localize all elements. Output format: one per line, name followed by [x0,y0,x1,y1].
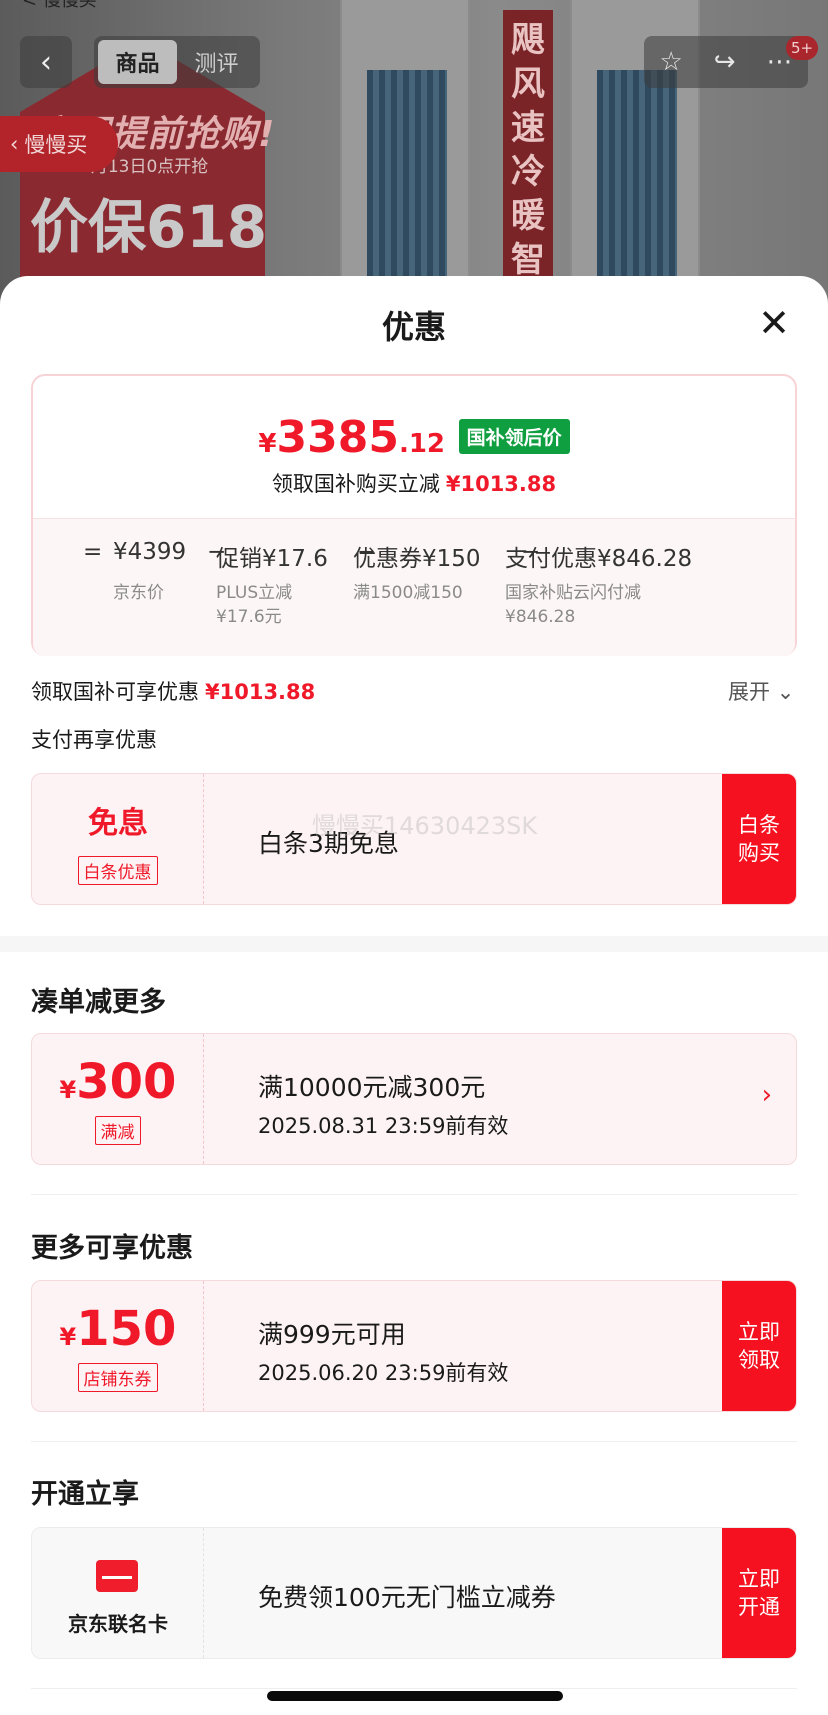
note-pay-2: ¥846.28 [505,607,576,627]
formula-equals: = [83,539,103,565]
currency-symbol: ¥ [59,1076,77,1104]
store-coupon: ¥150 店铺东券 满999元可用 2025.06.20 23:59前有效 立即… [31,1280,797,1412]
divider [31,1688,797,1689]
note-jd-price: 京东价 [113,583,164,603]
coupon-condition: 满999元可用 [258,1320,406,1349]
interest-free-label: 免息 [88,806,148,841]
message-badge: 5+ [786,36,819,60]
close-icon[interactable]: ✕ [752,302,796,346]
expand-button[interactable]: 展开 ⌄ [728,676,794,706]
coupon-left: ¥300 满减 [32,1034,204,1164]
baitiao-buy-button[interactable]: 白条 购买 [722,774,796,904]
coupon-tag: 白条优惠 [77,856,158,885]
co-brand-card-coupon: 京东联名卡 免费领100元无门槛立减券 立即 开通 [31,1527,797,1659]
home-indicator [267,1691,563,1701]
baitiao-coupon: 免息 白条优惠 白条3期免息 慢慢买1463042​3SK 白条 购买 [31,773,797,905]
open-section-title: 开通立享 [31,1479,139,1510]
coupon-left: 免息 白条优惠 [32,774,204,904]
more-section-title: 更多可享优惠 [31,1233,193,1264]
note-pay-1: 国家补贴云闪付减 [505,583,641,603]
subsidy-text: 领取国补购买立减 [271,472,440,496]
pay-section-title: 支付再享优惠 [31,728,157,752]
coupon-expiry: 2025.08.31 23:59前有效 [258,1114,509,1138]
back-button[interactable]: ‹ [20,36,72,88]
coupon-amount: ¥300 [32,1054,204,1110]
tab-review[interactable]: 测评 [177,40,256,84]
ac-unit-image [340,0,470,300]
top-actions: ☆ ↪ ⋯ [644,36,808,88]
price-symbol: ¥ [258,429,277,459]
credit-card-icon [96,1560,138,1592]
coupon-condition: 满10000元减300元 [258,1073,486,1102]
chevron-left-icon: ‹ [40,44,52,80]
section-divider [0,936,828,952]
coupon-left: ¥150 店铺东券 [32,1281,204,1411]
slow-buy-label: 慢慢买 [24,133,88,157]
price-card: ¥3385.12 国补领后价 领取国补购买立减 ¥1013.88 = ¥4399 … [31,374,797,656]
full-reduction-coupon[interactable]: ¥300 满减 满10000元减300元 2025.08.31 23:59前有效… [31,1033,797,1165]
poster-headline: 价保618 [30,193,268,261]
note-promo-2: ¥17.6元 [216,607,282,627]
combine-section-title: 凑单减更多 [31,987,166,1018]
subsidy-amount: ¥1013.88 [445,472,557,496]
star-icon[interactable]: ☆ [659,47,682,77]
final-price: ¥3385.12 国补领后价 [33,412,795,463]
price-breakdown: = ¥4399 − 促销¥17.6 − 优惠券¥150 − 支付优惠¥846.2… [33,518,795,656]
tab-product[interactable]: 商品 [98,40,177,84]
formula-promo: 促销¥17.6 [216,546,328,572]
coupon-amount: ¥150 [32,1301,204,1357]
chevron-left-icon: ‹ [10,132,19,156]
price-integer: 3385 [276,412,399,463]
amount-value: 150 [76,1301,177,1357]
coupon-text: 免费领100元无门槛立减券 [258,1583,556,1612]
price-subtitle: 领取国补购买立减 ¥1013.88 [33,468,795,498]
expand-label: 展开 [728,680,770,704]
chevron-right-icon: › [761,1080,772,1110]
coupon-tag: 店铺东券 [77,1363,158,1392]
note-coupon: 满1500减150 [353,583,463,603]
divider [31,1194,797,1195]
back-app-label[interactable]: < 慢慢买 [22,0,97,12]
currency-symbol: ¥ [59,1323,77,1351]
formula-pay: 支付优惠¥846.28 [505,546,693,572]
slow-buy-button[interactable]: ‹ 慢慢买 [0,116,118,172]
top-tabs: 商品 测评 [94,36,260,88]
coupon-tag: 满减 [94,1116,141,1145]
chevron-down-icon: ⌄ [776,680,795,704]
coupon-expiry: 2025.06.20 23:59前有效 [258,1361,509,1385]
watermark: 慢慢买1463042​3SK [312,812,538,840]
claim-coupon-button[interactable]: 立即 领取 [722,1281,796,1411]
share-icon[interactable]: ↪ [714,47,736,77]
card-name: 京东联名卡 [68,1612,168,1636]
price-decimal: .12 [398,429,446,459]
gov-subsidy-amount: ¥1013.88 [205,680,316,704]
discount-sheet: 优惠 ✕ ¥3385.12 国补领后价 领取国补购买立减 ¥1013.88 = ¥… [0,276,828,1715]
gov-subsidy-tag: 国补领后价 [458,419,570,454]
sheet-title: 优惠 [381,308,446,346]
vertical-banner: 飓风速冷暖智享 [503,10,553,300]
note-promo-1: PLUS立减 [216,583,293,603]
gov-subsidy-label: 领取国补可享优惠 [31,680,199,704]
coupon-left: 京东联名卡 [32,1528,204,1658]
formula-jd-price: ¥4399 [113,539,187,565]
gov-subsidy-row: 领取国补可享优惠 ¥1013.88 [31,676,315,706]
formula-coupon: 优惠券¥150 [353,546,481,572]
open-card-button[interactable]: 立即 开通 [722,1528,796,1658]
divider [31,1441,797,1442]
amount-value: 300 [76,1054,177,1110]
